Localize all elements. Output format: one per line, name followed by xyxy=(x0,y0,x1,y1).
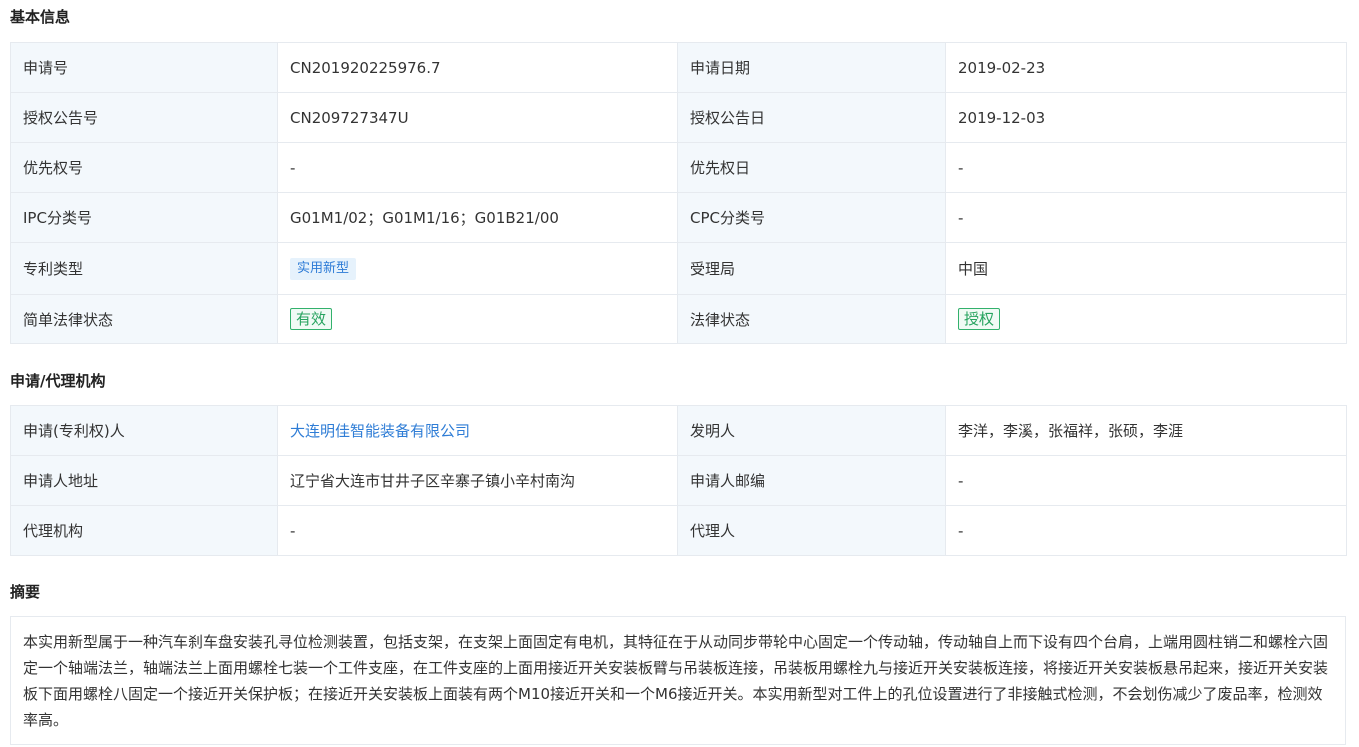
basic-info-table: 申请号 CN201920225976.7 申请日期 2019-02-23 授权公… xyxy=(10,42,1347,344)
table-row: 申请(专利权)人 大连明佳智能装备有限公司 发明人 李洋，李溪，张福祥，张硕，李… xyxy=(10,405,1347,456)
simple-legal-status-label: 简单法律状态 xyxy=(10,294,278,344)
priority-number-label: 优先权号 xyxy=(10,142,278,193)
agency-info-table: 申请(专利权)人 大连明佳智能装备有限公司 发明人 李洋，李溪，张福祥，张硕，李… xyxy=(10,405,1347,556)
ipc-value: G01M1/02；G01M1/16；G01B21/00 xyxy=(277,192,678,243)
abstract-title: 摘要 xyxy=(10,583,41,601)
patent-type-label: 专利类型 xyxy=(10,242,278,295)
table-row: 代理机构 - 代理人 - xyxy=(10,505,1347,556)
agency-info-title: 申请/代理机构 xyxy=(10,372,106,390)
application-date-value: 2019-02-23 xyxy=(945,42,1347,93)
priority-date-value: - xyxy=(945,142,1347,193)
grant-number-label: 授权公告号 xyxy=(10,92,278,143)
agent-label: 代理人 xyxy=(677,505,946,556)
table-row: 授权公告号 CN209727347U 授权公告日 2019-12-03 xyxy=(10,92,1347,143)
agent-value: - xyxy=(945,505,1347,556)
applicant-link[interactable]: 大连明佳智能装备有限公司 xyxy=(290,422,470,440)
table-row: 申请人地址 辽宁省大连市甘井子区辛寨子镇小辛村南沟 申请人邮编 - xyxy=(10,455,1347,506)
grant-date-label: 授权公告日 xyxy=(677,92,946,143)
grant-date-value: 2019-12-03 xyxy=(945,92,1347,143)
legal-status-badge: 授权 xyxy=(958,308,1001,330)
agency-value: - xyxy=(277,505,678,556)
applicant-address-value: 辽宁省大连市甘井子区辛寨子镇小辛村南沟 xyxy=(277,455,678,506)
agency-label: 代理机构 xyxy=(10,505,278,556)
table-row: 优先权号 - 优先权日 - xyxy=(10,142,1347,193)
cpc-value: - xyxy=(945,192,1347,243)
legal-status-label: 法律状态 xyxy=(677,294,946,344)
inventor-value: 李洋，李溪，张福祥，张硕，李涯 xyxy=(945,405,1347,456)
cpc-label: CPC分类号 xyxy=(677,192,946,243)
application-number-value: CN201920225976.7 xyxy=(277,42,678,93)
grant-number-value: CN209727347U xyxy=(277,92,678,143)
abstract-text: 本实用新型属于一种汽车刹车盘安装孔寻位检测装置，包括支架，在支架上面固定有电机，… xyxy=(10,616,1346,745)
table-row: 专利类型 实用新型 受理局 中国 xyxy=(10,242,1347,295)
office-label: 受理局 xyxy=(677,242,946,295)
patent-type-badge: 实用新型 xyxy=(290,257,357,280)
applicant-address-label: 申请人地址 xyxy=(10,455,278,506)
applicant-postcode-value: - xyxy=(945,455,1347,506)
application-number-label: 申请号 xyxy=(10,42,278,93)
basic-info-title: 基本信息 xyxy=(10,8,71,26)
ipc-label: IPC分类号 xyxy=(10,192,278,243)
table-row: IPC分类号 G01M1/02；G01M1/16；G01B21/00 CPC分类… xyxy=(10,192,1347,243)
priority-number-value: - xyxy=(277,142,678,193)
application-date-label: 申请日期 xyxy=(677,42,946,93)
applicant-postcode-label: 申请人邮编 xyxy=(677,455,946,506)
priority-date-label: 优先权日 xyxy=(677,142,946,193)
table-row: 简单法律状态 有效 法律状态 授权 xyxy=(10,294,1347,344)
table-row: 申请号 CN201920225976.7 申请日期 2019-02-23 xyxy=(10,42,1347,93)
applicant-label: 申请(专利权)人 xyxy=(10,405,278,456)
inventor-label: 发明人 xyxy=(677,405,946,456)
simple-legal-status-badge: 有效 xyxy=(290,308,333,330)
office-value: 中国 xyxy=(945,242,1347,295)
